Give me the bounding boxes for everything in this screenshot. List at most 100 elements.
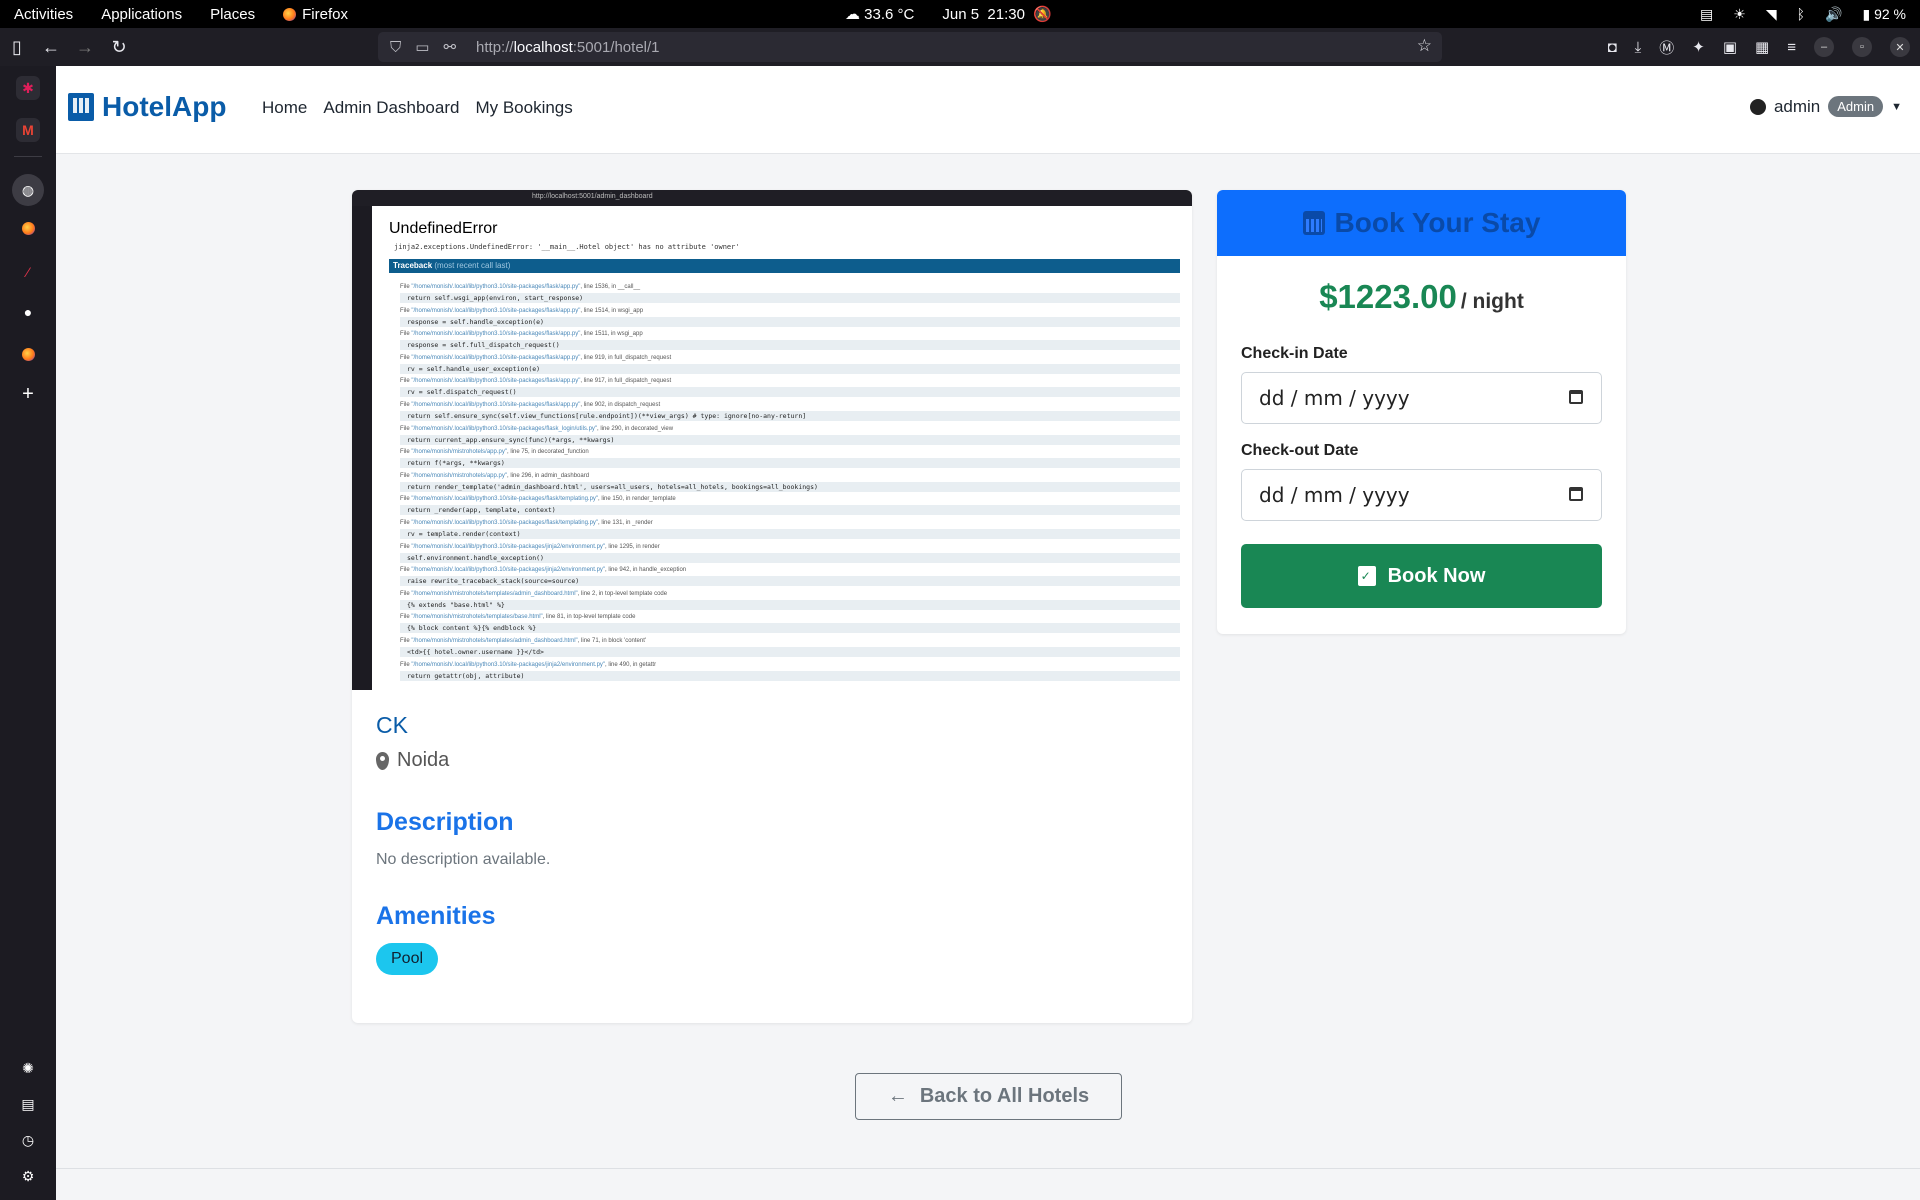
extensions-icon[interactable]: ✦ [1692,38,1705,56]
time-label: 21:30 [987,6,1025,23]
clock[interactable]: Jun 5 21:30 🔕 [942,5,1052,23]
traceback-label: Traceback [393,261,433,270]
back-to-hotels-button[interactable]: ← Back to All Hotels [855,1073,1122,1120]
container-icon[interactable]: ▣ [1723,38,1737,56]
bluetooth-icon[interactable]: ᛒ [1797,6,1805,22]
page-icon: ▭ [415,39,430,56]
volume-icon[interactable]: 🔊 [1825,6,1842,23]
save-icon[interactable]: ▤ [16,1092,40,1116]
user-dropdown[interactable]: admin Admin ▼ [1749,96,1902,117]
globe-icon[interactable]: ◍ [12,174,44,206]
url-path: :5001/hotel/1 [572,38,660,56]
traceback-hint: (most recent call last) [434,261,511,270]
nav-links: Home Admin Dashboard My Bookings [262,98,573,118]
traceback-file-line: File "/home/monish/mistrohotels/template… [400,638,647,644]
activities-button[interactable]: Activities [0,6,87,23]
downloads-icon[interactable]: ⤓ [1635,39,1642,56]
nav-admin-dashboard[interactable]: Admin Dashboard [323,98,459,118]
traceback-file-line: File "/home/monish/.local/lib/python3.10… [400,567,687,574]
checkout-label: Check-out Date [1241,442,1359,459]
calendar-icon [1302,211,1325,235]
date-label: Jun 5 [942,6,980,23]
reader-icon[interactable]: ▦ [1755,38,1769,56]
shield-icon[interactable]: ⛉ [390,39,401,56]
brightness-icon[interactable]: ☀ [1733,6,1746,23]
firefox-sidebar-icon[interactable] [16,216,40,240]
book-now-button[interactable]: Book Now [1241,544,1602,608]
checkout-calendar-icon[interactable] [1569,487,1583,501]
role-badge: Admin [1828,96,1884,117]
add-panel-icon[interactable]: + [16,382,40,406]
description-heading: Description [376,808,514,836]
hotel-building-icon [68,93,94,121]
settings-gear-icon[interactable]: ⚙ [16,1164,40,1188]
traceback-file-line: File "/home/monish/.local/lib/python3.10… [400,378,672,385]
url-host: localhost [513,38,573,56]
booking-heading: Book Your Stay [1334,207,1541,238]
traceback-code-line: return getattr(obj, attribute) [400,670,1180,681]
traceback-file-line: File "/home/monish/.local/lib/python3.10… [400,496,676,503]
traceback-file-line: File "/home/monish/.local/lib/python3.10… [400,543,660,550]
firefox-alt-icon[interactable] [16,342,40,366]
traceback-code-line: <td>{{ hotel.owner.username }}</td> [400,647,1180,657]
browser-sidebar: ✱ M ◍ ⁄ ● + ✺ ▤ ◷ ⚙ [0,66,56,1200]
caret-down-icon: ▼ [1891,100,1902,113]
clipboard-icon[interactable]: ▤ [1700,6,1713,23]
battery-indicator[interactable]: ▮ 92 % [1862,6,1906,23]
image-url-text: http://localhost:5001/admin_dashboard [532,193,653,200]
traceback-code-line: response = self.handle_exception(e) [400,316,1180,327]
url-text[interactable]: http://localhost:5001/hotel/1 [476,39,659,56]
gmail-icon[interactable]: M [16,118,40,142]
firefox-label: Firefox [302,5,348,23]
slash-app-icon[interactable]: ⁄ [16,260,40,284]
reload-icon[interactable]: ↻ [102,37,136,58]
book-now-label: Book Now [1387,564,1486,587]
browser-toolbar: ▯ ← → ↻ ⛉ ▭ ⚯ http://localhost:5001/hote… [0,28,1920,66]
maximize-icon[interactable]: ▫ [1852,37,1872,57]
price-display: $1223.00/ night [1217,278,1626,316]
forward-icon[interactable]: → [68,37,102,58]
battery-label: 92 % [1874,5,1906,22]
page-content: HotelApp Home Admin Dashboard My Booking… [56,66,1920,1200]
traceback-file-line: File "/home/monish/.local/lib/python3.10… [400,661,657,668]
menu-icon[interactable]: ≡ [1787,39,1796,56]
traceback-code-line: rv = template.render(context) [400,529,1180,539]
applications-menu[interactable]: Applications [87,6,196,23]
close-icon[interactable]: ✕ [1890,37,1910,57]
permissions-icon[interactable]: ⚯ [443,38,456,56]
image-browser-bar: http://localhost:5001/admin_dashboard [352,190,1192,206]
traceback-code-line: rv = self.dispatch_request() [400,387,1180,398]
firefox-app-menu[interactable]: Firefox [269,6,362,23]
bookmark-star-icon[interactable]: ☆ [1417,36,1432,56]
traceback-file-line: File "/home/monish/.local/lib/python3.10… [400,284,641,290]
places-menu[interactable]: Places [196,6,269,23]
url-bar[interactable]: ⛉ ▭ ⚯ http://localhost:5001/hotel/1 ☆ [378,32,1442,62]
nav-home[interactable]: Home [262,98,307,118]
minimize-icon[interactable]: – [1814,37,1834,57]
github-icon[interactable]: ● [16,300,40,324]
brand-link[interactable]: HotelApp [68,91,226,123]
user-circle-icon [1749,98,1766,115]
back-icon[interactable]: ← [34,37,68,58]
image-sidebar [352,206,372,690]
description-text: No description available. [376,851,551,868]
pocket-icon[interactable]: ◘ [1608,39,1617,56]
wifi-icon[interactable]: ◥ [1766,6,1777,23]
arrow-left-icon: ← [887,1085,908,1107]
checkout-date-input[interactable]: dd / mm / yyyy [1241,469,1602,521]
nav-my-bookings[interactable]: My Bookings [475,98,572,118]
brand-text: HotelApp [102,91,227,122]
weather-indicator[interactable]: ☁ 33.6 °C [845,5,914,23]
slack-icon[interactable]: ✱ [16,76,40,100]
ai-chat-icon[interactable]: ✺ [16,1056,40,1080]
sidebar-toggle-icon[interactable]: ▯ [0,37,34,58]
amenity-badge: Pool [376,943,439,975]
traceback-file-line: File "/home/monish/.local/lib/python3.10… [400,425,674,432]
bell-icon: 🔕 [1033,6,1052,23]
checkin-placeholder: dd / mm / yyyy [1259,386,1410,410]
profile-m-icon[interactable]: Ⓜ [1659,37,1674,58]
checkin-calendar-icon[interactable] [1569,390,1583,404]
checkin-date-input[interactable]: dd / mm / yyyy [1241,372,1602,424]
history-icon[interactable]: ◷ [16,1128,40,1152]
map-pin-icon [376,751,389,770]
